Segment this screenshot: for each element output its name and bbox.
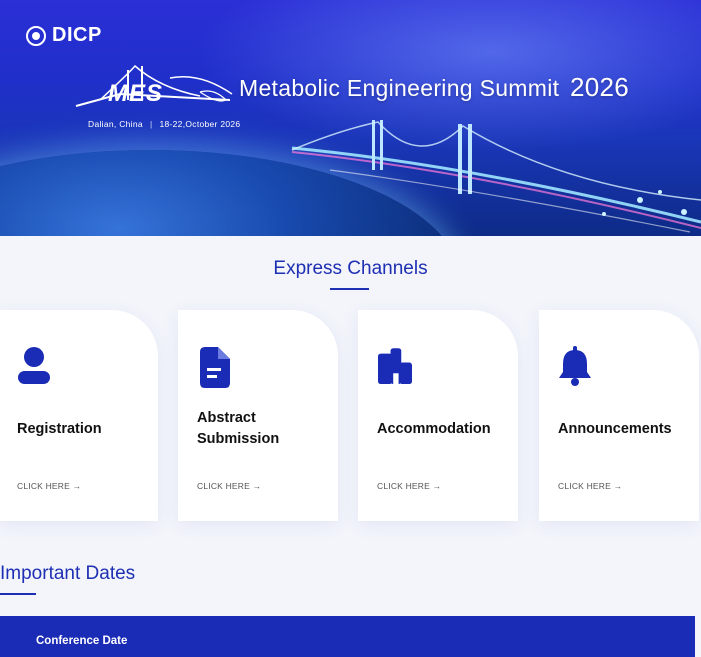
org-name: DICP [52,24,102,46]
card-abstract-submission[interactable]: Abstract Submission CLICK HERE → [178,310,338,521]
conference-date-row[interactable]: Conference Date [0,616,695,657]
card-label: Registration [17,420,102,437]
card-registration[interactable]: Registration CLICK HERE → [0,310,158,521]
express-channels-title: Express Channels [273,258,428,279]
card-label: Announcements [558,420,672,437]
summit-year: 2026 [570,72,630,102]
click-here-link[interactable]: CLICK HERE → [558,481,622,491]
bell-icon [559,346,591,386]
event-location: Dalian, China [88,119,143,129]
event-dates: 18-22,October 2026 [159,119,241,129]
building-icon [378,348,412,384]
document-icon [200,347,230,388]
place-date-separator: | [149,119,153,129]
mes-logo-word: MES [108,80,164,107]
user-icon [18,347,50,384]
hero-banner: DICP MES Metabolic Engineering Summit 20… [0,0,701,236]
card-label: Abstract Submission [197,410,280,447]
summit-title: Metabolic Engineering Summit 2026 [239,72,629,103]
express-title-underline [330,288,369,290]
bridge-illustration [75,64,701,233]
click-here-link[interactable]: CLICK HERE → [17,481,81,491]
important-dates-underline [0,593,36,595]
click-here-link[interactable]: CLICK HERE → [197,481,261,491]
summit-title-text: Metabolic Engineering Summit [239,75,560,101]
card-announcements[interactable]: Announcements CLICK HERE → [539,310,699,521]
conference-date-label: Conference Date [36,635,128,647]
event-place-date: Dalian, China | 18-22,October 2026 [88,119,240,129]
important-dates-title: Important Dates [0,563,136,584]
card-accommodation[interactable]: Accommodation CLICK HERE → [358,310,518,521]
dicp-emblem-icon [26,25,46,46]
card-label: Accommodation [377,420,491,437]
dicp-logo[interactable]: DICP [26,24,102,47]
click-here-link[interactable]: CLICK HERE → [377,481,441,491]
